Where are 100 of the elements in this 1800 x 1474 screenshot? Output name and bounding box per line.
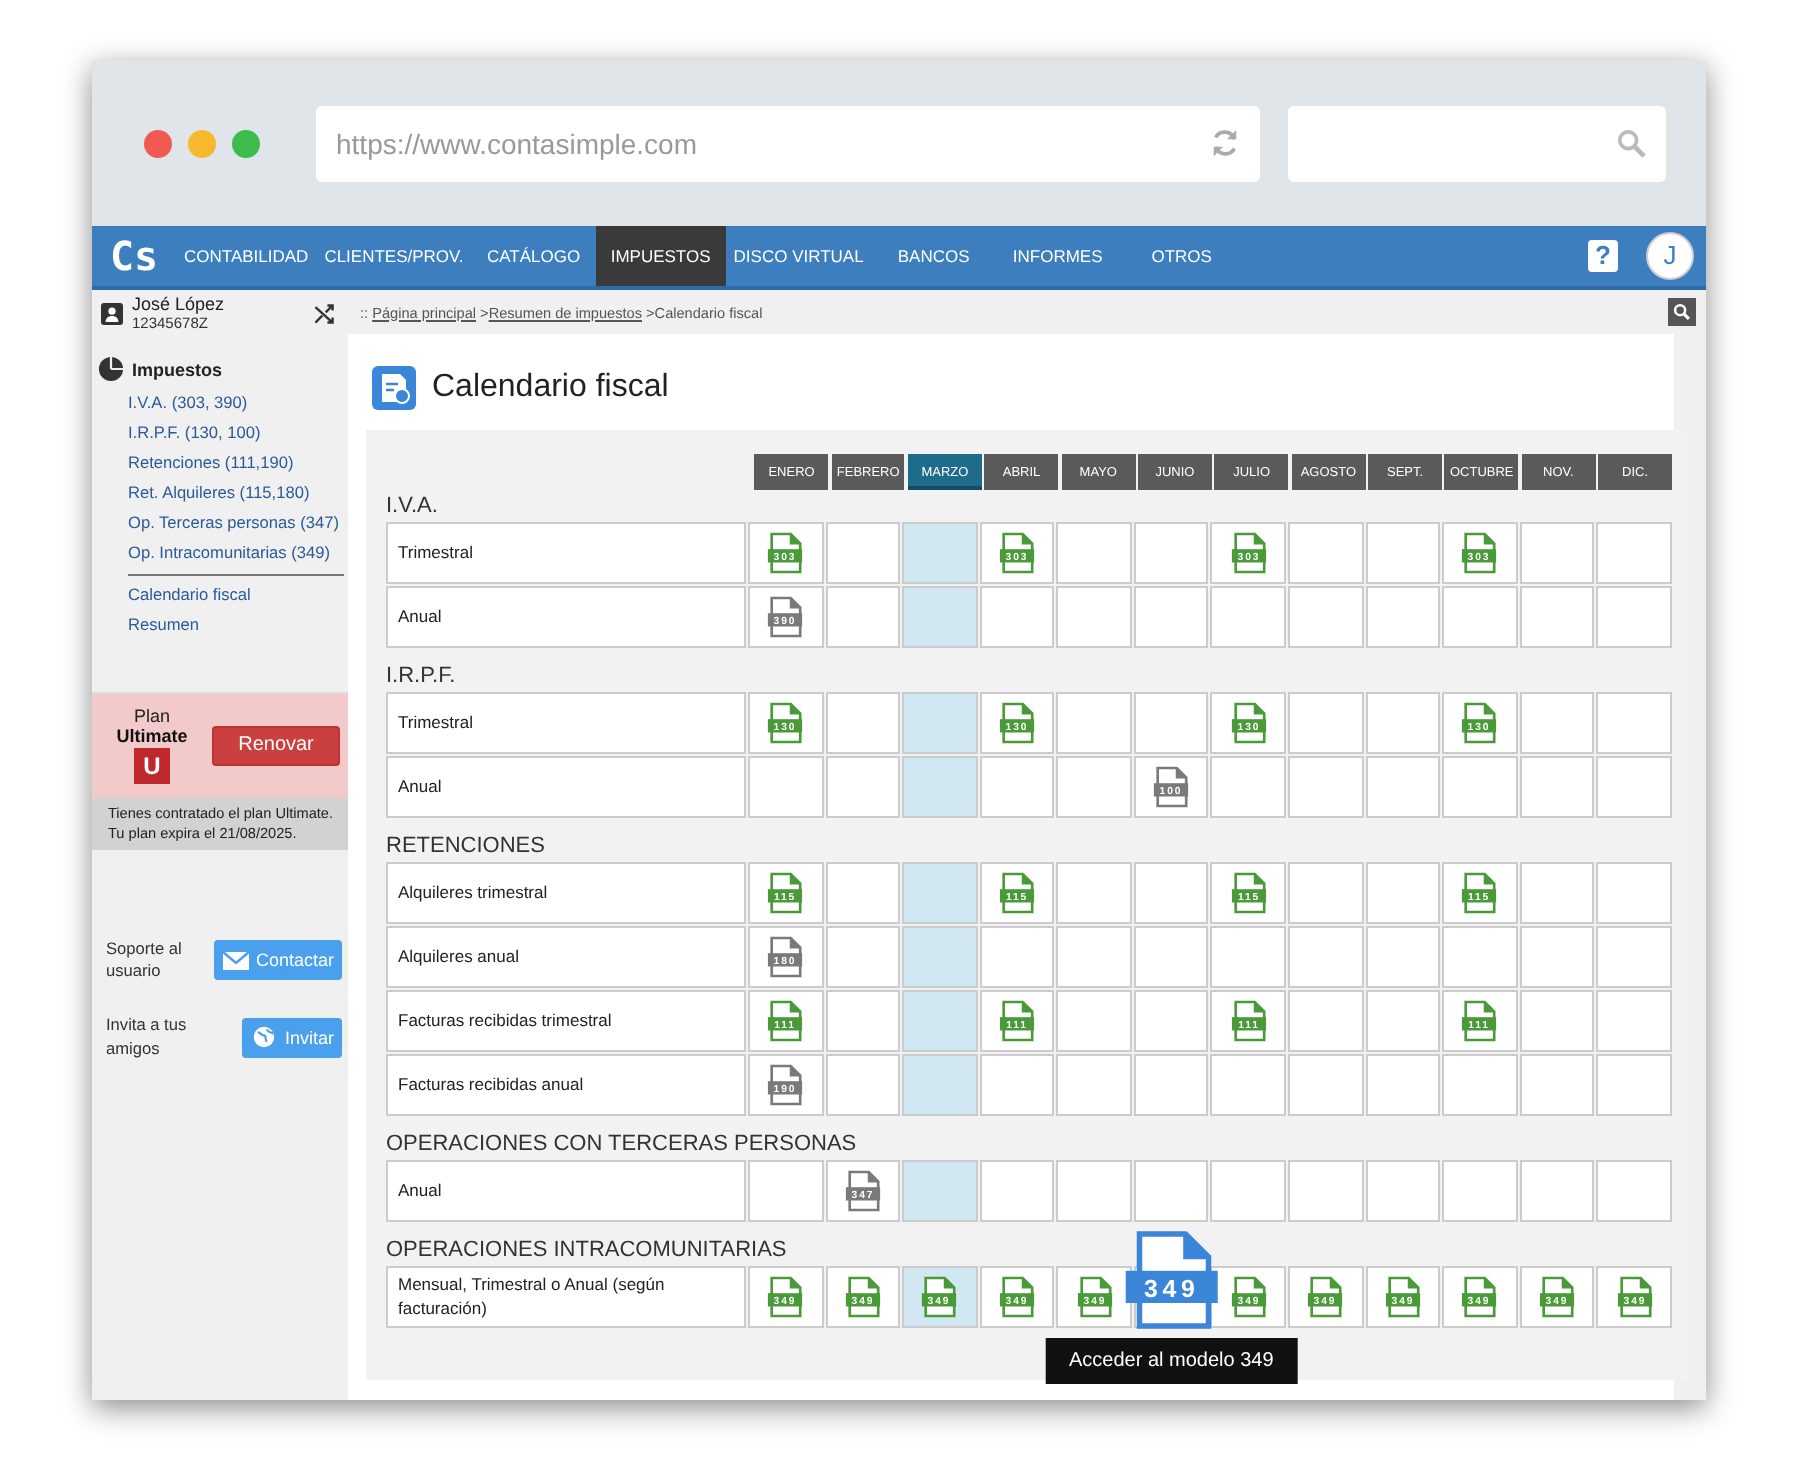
row-label: Facturas recibidas trimestral xyxy=(386,990,746,1052)
renew-button[interactable]: Renovar xyxy=(212,725,340,766)
url-text: https://www.contasimple.com xyxy=(336,127,700,159)
support-text: Soporte al usuario xyxy=(106,938,184,983)
calendar-cell xyxy=(902,1054,978,1116)
calendar-cell xyxy=(1288,586,1364,648)
nav-tab[interactable]: IMPUESTOS xyxy=(595,226,726,286)
sidebar-link[interactable]: Op. Intracomunitarias (349) xyxy=(128,543,344,564)
close-window-button[interactable] xyxy=(144,129,172,157)
calendar-cell xyxy=(1519,586,1595,648)
section-title: I.V.A. xyxy=(386,494,440,518)
calendar-cell xyxy=(1365,586,1441,648)
plan-name: Ultimate xyxy=(116,726,188,747)
calendar-cell xyxy=(1056,926,1132,988)
pie-chart-icon xyxy=(98,356,124,382)
nav-tab[interactable]: CATÁLOGO xyxy=(471,226,596,286)
search-icon xyxy=(1616,128,1646,158)
maximize-window-button[interactable] xyxy=(232,129,260,157)
search-button[interactable] xyxy=(1668,298,1696,326)
calendar-cell xyxy=(1519,756,1595,818)
calendar-cell xyxy=(1596,862,1672,924)
calendar-cell xyxy=(1288,1160,1364,1222)
nav-tab[interactable]: CONTABILIDAD xyxy=(176,226,317,286)
invite-button[interactable]: Invitar xyxy=(242,1017,342,1058)
nav-tab[interactable]: DISCO VIRTUAL xyxy=(725,226,872,286)
calendar-cell xyxy=(1519,1160,1595,1222)
sidebar-link[interactable]: Retenciones (111,190) xyxy=(128,453,344,474)
row-label: Trimestral xyxy=(386,692,746,754)
minimize-window-button[interactable] xyxy=(188,129,216,157)
page-title: Calendario fiscal xyxy=(432,370,669,406)
calendar-cell xyxy=(1288,1054,1364,1116)
row-label: Mensual, Trimestral o Anual (según facturación) xyxy=(386,1266,746,1328)
section-title: OPERACIONES CON TERCERAS PERSONAS xyxy=(386,1132,859,1156)
logo[interactable]: Cs xyxy=(92,226,176,286)
section-title: RETENCIONES xyxy=(386,834,547,858)
nav-tab[interactable]: CLIENTES/PROV. xyxy=(316,226,472,286)
sidebar-link[interactable]: Resumen xyxy=(128,615,344,636)
row-label: Alquileres anual xyxy=(386,926,746,988)
calendar-cell xyxy=(1519,926,1595,988)
sidebar-link[interactable]: Calendario fiscal xyxy=(128,585,344,606)
user-card-icon xyxy=(100,301,124,325)
calendar-cell xyxy=(1596,586,1672,648)
reload-icon[interactable] xyxy=(1210,128,1240,158)
sidebar-link[interactable]: I.R.P.F. (130, 100) xyxy=(128,423,344,444)
mail-icon xyxy=(221,949,250,972)
section-title: OPERACIONES INTRACOMUNITARIAS xyxy=(386,1238,789,1262)
calendar-cell xyxy=(1133,1054,1209,1116)
calendar-cell xyxy=(1519,1054,1595,1116)
calendar-cell xyxy=(902,586,978,648)
calendar-cell xyxy=(1365,1054,1441,1116)
calendar-cell xyxy=(1288,756,1364,818)
calendar-cell xyxy=(1596,522,1672,584)
calendar-cell xyxy=(1210,1160,1287,1222)
calendar-cell xyxy=(1056,1054,1132,1116)
shuffle-icon[interactable] xyxy=(312,301,336,325)
row-label: Facturas recibidas anual xyxy=(386,1054,746,1116)
calendar-document-icon xyxy=(372,366,416,410)
tooltip: Acceder al modelo 349 xyxy=(1045,1338,1298,1384)
search-icon xyxy=(1672,302,1692,322)
support-text: Invita a tus amigos xyxy=(106,1014,189,1060)
calendar-cell xyxy=(825,756,901,818)
calendar-cell xyxy=(1596,990,1672,1052)
globe-icon xyxy=(250,1026,279,1049)
browser-search-field[interactable] xyxy=(1288,105,1666,181)
calendar-cell xyxy=(1133,586,1209,648)
row-label: Anual xyxy=(386,586,746,648)
row-label: Alquileres trimestral xyxy=(386,862,746,924)
menu-title: Impuestos xyxy=(132,359,223,379)
calendar-cell xyxy=(1133,926,1209,988)
contact-button[interactable]: Contactar xyxy=(213,940,342,981)
calendar-cell xyxy=(1133,1160,1209,1222)
calendar-cell xyxy=(1288,926,1364,988)
calendar-cell xyxy=(1365,756,1441,818)
user-avatar[interactable]: J xyxy=(1646,232,1694,280)
calendar-cell xyxy=(1596,692,1672,754)
calendar-cell xyxy=(1596,1054,1672,1116)
calendar-cell xyxy=(1442,1160,1518,1222)
calendar-cell xyxy=(1365,926,1441,988)
calendar-cell xyxy=(1596,756,1672,818)
row-label: Trimestral xyxy=(386,522,746,584)
plan-label: Plan xyxy=(133,706,170,727)
calendar-cell xyxy=(1365,1160,1441,1222)
row-label: Anual xyxy=(386,1160,746,1222)
calendar-cell xyxy=(1056,1160,1132,1222)
calendar-cell xyxy=(902,756,978,818)
calendar-cell xyxy=(979,1160,1055,1222)
row-label: Anual xyxy=(386,756,746,818)
address-bar[interactable]: https://www.contasimple.com xyxy=(316,105,1260,181)
sidebar-link[interactable]: Op. Terceras personas (347) xyxy=(128,513,344,534)
nav-tab[interactable]: OTROS xyxy=(1119,226,1244,286)
calendar-cell xyxy=(1596,926,1672,988)
sidebar-link[interactable]: Ret. Alquileres (115,180) xyxy=(128,483,344,504)
nav-tab[interactable]: BANCOS xyxy=(871,226,996,286)
help-button[interactable]: ? xyxy=(1588,240,1618,272)
calendar-cell xyxy=(1056,586,1132,648)
calendar-cell xyxy=(1596,1160,1672,1222)
nav-tab[interactable]: INFORMES xyxy=(995,226,1120,286)
calendar-cell xyxy=(902,926,978,988)
sidebar-link[interactable]: I.V.A. (303, 390) xyxy=(128,394,344,414)
section-title: I.R.P.F. xyxy=(386,664,458,688)
